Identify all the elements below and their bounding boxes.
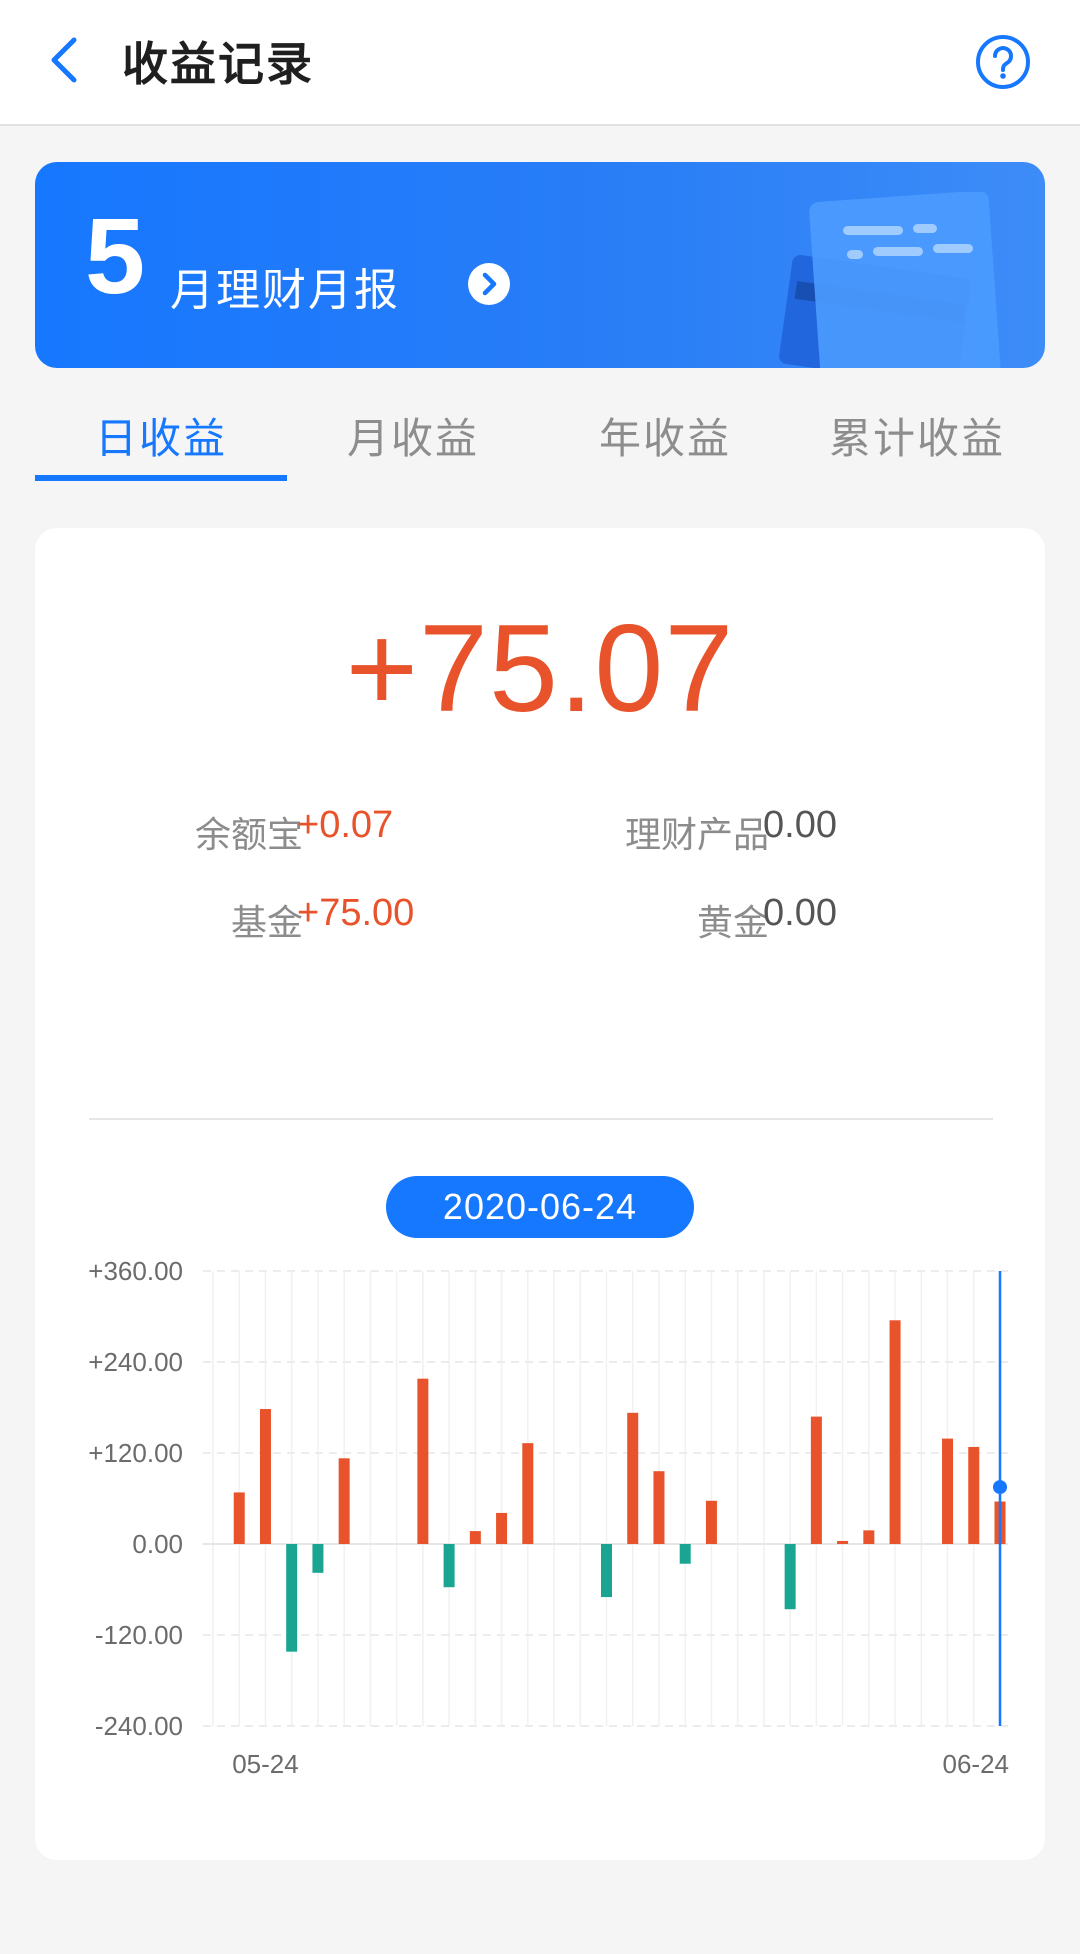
y-tick-label: -240.00: [95, 1711, 183, 1741]
bar-positive: [233, 1492, 245, 1544]
banner-text: 月理财月报: [170, 266, 400, 315]
tab-active-underline: [35, 475, 287, 481]
bar-positive: [496, 1512, 508, 1544]
page-title: 收益记录: [122, 38, 314, 90]
value-yuebao: +0.07: [297, 804, 394, 846]
bar-positive: [968, 1446, 980, 1544]
bar-positive: [627, 1412, 639, 1544]
daily-earnings-chart[interactable]: +360.00 +240.00 +120.00 0.00 -120.00 -240.00 0…: [35, 1258, 1045, 1838]
y-tick-label: 0.00: [132, 1529, 183, 1559]
total-earnings: +75.07: [345, 600, 735, 738]
bar-positive: [810, 1416, 822, 1544]
label-gold: 黄金: [696, 902, 769, 943]
selection-dot: [993, 1480, 1007, 1495]
bar-positive: [837, 1540, 849, 1544]
value-fund: +75.00: [297, 892, 415, 934]
y-tick-label: +120.00: [88, 1438, 183, 1468]
divider: [89, 1118, 993, 1120]
label-wealth-products: 理财产品: [624, 814, 769, 855]
bar-negative: [679, 1544, 691, 1564]
label-fund: 基金: [230, 902, 303, 943]
y-tick-label: +240.00: [88, 1347, 183, 1377]
y-tick-label: +360.00: [88, 1258, 183, 1286]
header: 收益记录: [0, 0, 1080, 126]
tab-yearly[interactable]: 年收益: [539, 405, 791, 466]
label-yuebao: 余额宝: [194, 814, 303, 855]
tab-cumulative[interactable]: 累计收益: [791, 405, 1043, 466]
value-gold: 0.00: [763, 892, 837, 934]
x-tick-label: 06-24: [943, 1749, 1010, 1779]
bar-negative: [784, 1544, 796, 1610]
bar-positive: [469, 1531, 481, 1544]
selected-date-pill: 2020-06-24: [386, 1176, 694, 1238]
bar-positive: [522, 1443, 534, 1544]
bar-negative: [443, 1544, 455, 1588]
bar-negative: [601, 1544, 612, 1598]
bar-positive: [889, 1320, 901, 1544]
back-arrow-icon[interactable]: [38, 30, 98, 90]
earnings-card: +75.07 余额宝 +0.07 理财产品 0.00 基金 +75.00 黄金 …: [35, 528, 1045, 1860]
value-wealth-products: 0.00: [763, 804, 837, 846]
bar-negative: [286, 1544, 298, 1652]
bar-positive: [417, 1378, 429, 1544]
help-icon[interactable]: [975, 34, 1031, 90]
earnings-tabs: 日收益 月收益 年收益 累计收益: [35, 395, 1045, 485]
bar-positive: [863, 1530, 875, 1544]
tab-daily[interactable]: 日收益: [35, 405, 287, 466]
bar-positive: [653, 1471, 665, 1544]
bar-positive: [705, 1500, 717, 1544]
tab-monthly[interactable]: 月收益: [287, 405, 539, 466]
bar-positive: [942, 1438, 954, 1544]
bar-positive: [259, 1409, 271, 1544]
y-tick-label: -120.00: [95, 1620, 183, 1650]
bar-negative: [312, 1544, 324, 1573]
document-card-illustration-icon: [779, 192, 1001, 368]
bar-positive: [338, 1458, 350, 1544]
banner-month: 5: [85, 195, 146, 316]
chevron-right-circle-icon: [468, 263, 510, 305]
monthly-report-banner[interactable]: 5 月理财月报: [35, 162, 1045, 368]
x-tick-label: 05-24: [232, 1749, 299, 1779]
